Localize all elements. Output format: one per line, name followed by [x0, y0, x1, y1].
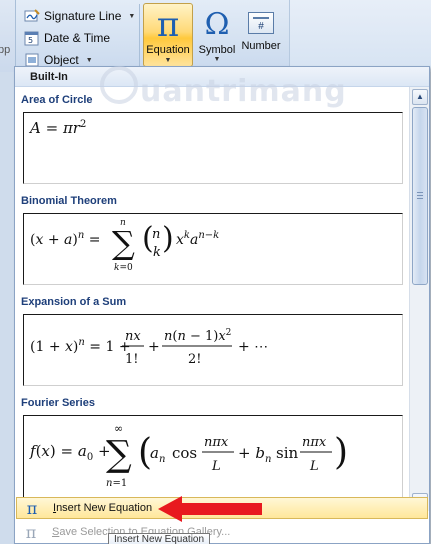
chevron-down-icon: ▼ — [213, 56, 221, 63]
svg-text:nπx: nπx — [204, 435, 229, 450]
svg-text:+: + — [148, 339, 160, 355]
ribbon-group-cut: pp — [0, 0, 16, 72]
equation-title: Area of Circle — [21, 94, 93, 106]
chevron-down-icon: ▼ — [85, 56, 93, 64]
svg-text:(x + a)n =: (x + a)n = — [30, 230, 100, 248]
svg-text:∑: ∑ — [106, 434, 132, 475]
date-time-label: Date & Time — [44, 31, 111, 45]
equation-formula: A = πr2 — [30, 119, 87, 137]
svg-text:k=0: k=0 — [114, 263, 133, 273]
watermark-logo-icon — [100, 66, 138, 104]
calendar-icon: 5 — [24, 30, 40, 46]
pi-icon: π — [156, 5, 180, 45]
gallery-scrollbar[interactable]: ▲ ▼ — [409, 87, 429, 511]
svg-text:xkan−k: xkan−k — [176, 230, 219, 248]
svg-text:sin: sin — [276, 444, 298, 462]
equation-button[interactable]: π Equation ▼ — [143, 3, 193, 67]
equation-binomial-theorem[interactable]: (x + a)n = n ∑ k=0 ( n k ) xkan−k — [23, 213, 403, 285]
symbol-button[interactable]: Ω Symbol ▼ — [192, 4, 242, 66]
signature-line-label: Signature Line — [44, 9, 122, 23]
scrollbar-thumb[interactable] — [412, 107, 428, 285]
tooltip: Insert New Equation — [108, 533, 211, 544]
symbol-label: Symbol — [198, 44, 236, 56]
save-selection-menu-item: π Save Selection to Equation Gallery... — [16, 521, 428, 543]
scroll-up-icon[interactable]: ▲ — [412, 89, 428, 105]
svg-text:5: 5 — [28, 36, 33, 45]
pi-icon: π — [26, 498, 38, 518]
svg-text:+ ⋯: + ⋯ — [238, 339, 268, 355]
ribbon-empty-area — [289, 0, 431, 72]
watermark: uantrimang — [140, 74, 347, 109]
equation-title: Fourier Series — [21, 397, 95, 409]
group-divider — [139, 4, 140, 68]
svg-text:2!: 2! — [188, 352, 202, 367]
pi-icon: π — [25, 522, 37, 542]
svg-text:): ) — [334, 432, 348, 473]
equation-gallery: Built-In Area of Circle A = πr2 Binomial… — [14, 66, 430, 544]
svg-text:L: L — [309, 459, 319, 474]
chevron-down-icon: ▼ — [128, 12, 136, 20]
svg-text:1!: 1! — [125, 352, 139, 367]
omega-icon: Ω — [204, 7, 230, 42]
number-label: Number — [241, 40, 281, 52]
svg-text:an: an — [150, 444, 165, 465]
number-icon: # — [248, 12, 274, 34]
equation-expansion-of-sum[interactable]: (1 + x)n = 1 + nx 1! + n(n − 1)x2 2! + ⋯ — [23, 314, 403, 386]
chevron-down-icon: ▼ — [164, 57, 172, 64]
equation-title: Expansion of a Sum — [21, 296, 127, 308]
equation-fourier-series[interactable]: f(x) = a0 + ∞ ∑ n=1 ( an cos nπx L + bn … — [23, 415, 403, 505]
equation-label: Equation — [146, 44, 190, 56]
signature-line-button[interactable]: Signature Line ▼ — [24, 6, 135, 26]
svg-text:): ) — [162, 221, 174, 256]
svg-text:L: L — [211, 459, 221, 474]
svg-text:k: k — [153, 245, 161, 260]
svg-text:n: n — [152, 227, 160, 242]
equation-formula: f(x) = a0 + ∞ ∑ n=1 ( an cos nπx L + bn … — [29, 422, 348, 489]
equation-formula: (x + a)n = n ∑ k=0 ( n k ) xkan−k — [30, 218, 219, 273]
equation-area-of-circle[interactable]: A = πr2 — [23, 112, 403, 184]
svg-text:n(n − 1)x2: n(n − 1)x2 — [164, 328, 231, 344]
cut-label: pp — [0, 44, 11, 56]
number-button[interactable]: # Number — [236, 4, 286, 66]
svg-text:nπx: nπx — [302, 435, 327, 450]
object-label: Object — [44, 53, 79, 67]
svg-text:n=1: n=1 — [106, 478, 127, 489]
equation-title: Binomial Theorem — [21, 195, 117, 207]
svg-text:∑: ∑ — [112, 224, 135, 262]
svg-text:+ bn: + bn — [238, 444, 271, 465]
svg-text:(1 + x)n = 1 +: (1 + x)n = 1 + — [30, 337, 131, 355]
svg-text:cos: cos — [172, 444, 197, 462]
equation-formula: (1 + x)n = 1 + nx 1! + n(n − 1)x2 2! + ⋯ — [30, 328, 268, 367]
date-time-button[interactable]: 5 Date & Time — [24, 28, 110, 48]
signature-line-icon — [24, 8, 40, 24]
svg-text:f(x) = a0 +: f(x) = a0 + — [29, 442, 111, 463]
insert-new-equation-label: Insert New Equation — [53, 502, 153, 514]
svg-text:nx: nx — [125, 329, 141, 344]
red-arrow-icon — [158, 496, 262, 522]
gallery-list: Area of Circle A = πr2 Binomial Theorem … — [15, 87, 407, 511]
ribbon: pp Signature Line ▼ 5 Date & Time Object… — [0, 0, 431, 72]
